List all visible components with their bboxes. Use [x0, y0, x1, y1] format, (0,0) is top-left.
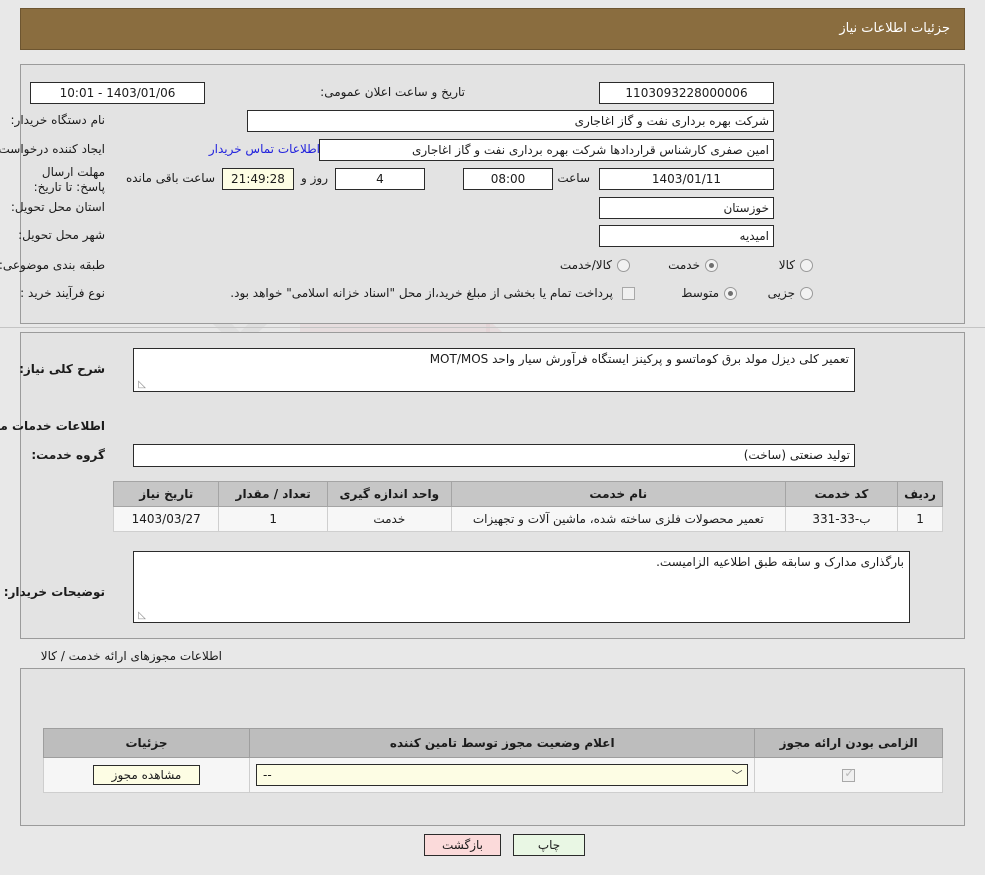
deadline-hour-label: ساعت: [557, 171, 590, 185]
radio-category-0-label: کالا: [778, 258, 795, 272]
radio-process-1-label: متوسط: [681, 286, 719, 300]
print-button[interactable]: چاپ: [513, 834, 585, 856]
td-date: 1403/03/27: [112, 506, 220, 532]
th-permit-details: جزئیات: [42, 728, 251, 758]
th-unit: واحد اندازه گیری: [326, 481, 452, 507]
treasury-text: پرداخت تمام یا بخشی از مبلغ خرید،از محل …: [230, 286, 613, 300]
permit-status-select[interactable]: ﹀ --: [256, 764, 749, 786]
buyer-notes-label: توضیحات خریدار:: [3, 585, 105, 599]
th-code: کد خدمت: [784, 481, 899, 507]
remaining-time-value: 21:49:28: [222, 168, 294, 190]
summary-value: تعمیر کلی دیزل مولد برق کوماتسو و پرکینز…: [429, 352, 849, 366]
page-root: V AnaTender.net جزئیات اطلاعات نیاز شمار…: [0, 0, 985, 875]
buyer-contact-link[interactable]: اطلاعات تماس خریدار: [209, 142, 320, 156]
th-permit-required: الزامی بودن ارائه مجوز: [754, 728, 943, 758]
service-group-label: گروه خدمت:: [31, 448, 105, 462]
province-value: خوزستان: [599, 197, 774, 219]
buyer-notes-textarea[interactable]: بارگذاری مدارک و سابقه طبق اطلاعیه الزام…: [133, 551, 910, 623]
deadline-hour-value: 08:00: [463, 168, 553, 190]
radio-category-2-label: کالا/خدمت: [559, 258, 612, 272]
province-label: استان محل تحویل:: [10, 200, 105, 214]
radio-category-1-label: خدمت: [668, 258, 700, 272]
services-heading: اطلاعات خدمات مورد نیاز: [0, 419, 105, 433]
page-title: جزئیات اطلاعات نیاز: [839, 21, 950, 36]
back-button[interactable]: بازگشت: [424, 834, 501, 856]
radio-category-0[interactable]: [800, 259, 813, 272]
table-row: ﹀ -- مشاهده مجوز: [42, 757, 943, 793]
process-label: نوع فرآیند خرید :: [20, 286, 105, 300]
td-row-no: 1: [897, 506, 943, 532]
permit-status-value: --: [263, 768, 272, 782]
public-announce-value: 1403/01/06 - 10:01: [30, 82, 205, 104]
permits-section-title: اطلاعات مجوزهای ارائه خدمت / کالا: [40, 649, 222, 663]
buyer-org-label: نام دستگاه خریدار:: [10, 113, 106, 127]
city-value: امیدیه: [599, 225, 774, 247]
th-row-no: ردیف: [897, 481, 943, 507]
td-code: ب-33-331: [784, 506, 899, 532]
permits-table: الزامی بودن ارائه مجوز اعلام وضعیت مجوز …: [42, 728, 943, 793]
buyer-notes-value: بارگذاری مدارک و سابقه طبق اطلاعیه الزام…: [656, 555, 904, 569]
td-qty: 1: [218, 506, 328, 532]
service-group-value: تولید صنعتی (ساخت): [133, 444, 855, 467]
remaining-days-value: 4: [335, 168, 425, 190]
city-label: شهر محل تحویل:: [18, 228, 105, 242]
summary-label: شرح کلی نیاز:: [19, 362, 105, 376]
th-permit-status: اعلام وضعیت مجوز توسط تامین کننده: [249, 728, 756, 758]
view-permit-button[interactable]: مشاهده مجوز: [92, 765, 201, 785]
deadline-date-value: 1403/01/11: [599, 168, 774, 190]
resize-grip-icon-2[interactable]: ◺: [136, 611, 146, 621]
permits-table-header-row: الزامی بودن ارائه مجوز اعلام وضعیت مجوز …: [42, 728, 943, 758]
summary-textarea[interactable]: تعمیر کلی دیزل مولد برق کوماتسو و پرکینز…: [133, 348, 855, 392]
services-table: ردیف کد خدمت نام خدمت واحد اندازه گیری ت…: [112, 481, 943, 532]
radio-process-0[interactable]: [800, 287, 813, 300]
td-permit-required: [754, 757, 943, 793]
td-permit-status: ﹀ --: [249, 757, 756, 793]
resize-grip-icon[interactable]: ◺: [136, 380, 146, 390]
table-row: 1 ب-33-331 تعمیر محصولات فلزی ساخته شده،…: [112, 506, 943, 532]
radio-category-2[interactable]: [617, 259, 630, 272]
radio-process-0-label: جزیی: [767, 286, 795, 300]
remaining-time-label: ساعت باقی مانده: [125, 171, 215, 185]
radio-process-1[interactable]: [724, 287, 737, 300]
deadline-label: مهلت ارسال پاسخ: تا تاریخ:: [33, 165, 105, 194]
page-title-bar: جزئیات اطلاعات نیاز: [20, 8, 965, 50]
td-name: تعمیر محصولات فلزی ساخته شده، ماشین آلات…: [450, 506, 786, 532]
radio-category-1[interactable]: [705, 259, 718, 272]
requester-value: امین صفری کارشناس قراردادها شرکت بهره بر…: [319, 139, 774, 161]
chevron-down-icon: ﹀: [731, 769, 743, 782]
requester-label: ایجاد کننده درخواست:: [0, 142, 105, 156]
td-unit: خدمت: [326, 506, 452, 532]
need-number-value: 1103093228000006: [599, 82, 774, 104]
permit-required-checkbox: [842, 766, 856, 782]
th-name: نام خدمت: [450, 481, 786, 507]
th-date: تاریخ نیاز: [112, 481, 220, 507]
remaining-days-label: روز و: [301, 171, 328, 185]
services-table-header-row: ردیف کد خدمت نام خدمت واحد اندازه گیری ت…: [112, 481, 943, 507]
th-qty: تعداد / مقدار: [218, 481, 328, 507]
public-announce-label: تاریخ و ساعت اعلان عمومی:: [320, 85, 465, 99]
treasury-checkbox[interactable]: [622, 287, 635, 300]
category-label: طبقه بندی موضوعی:: [0, 258, 105, 272]
td-permit-details: مشاهده مجوز: [42, 757, 251, 793]
divider-top: [0, 327, 985, 328]
buyer-org-value: شرکت بهره برداری نفت و گاز اغاجاری: [247, 110, 774, 132]
